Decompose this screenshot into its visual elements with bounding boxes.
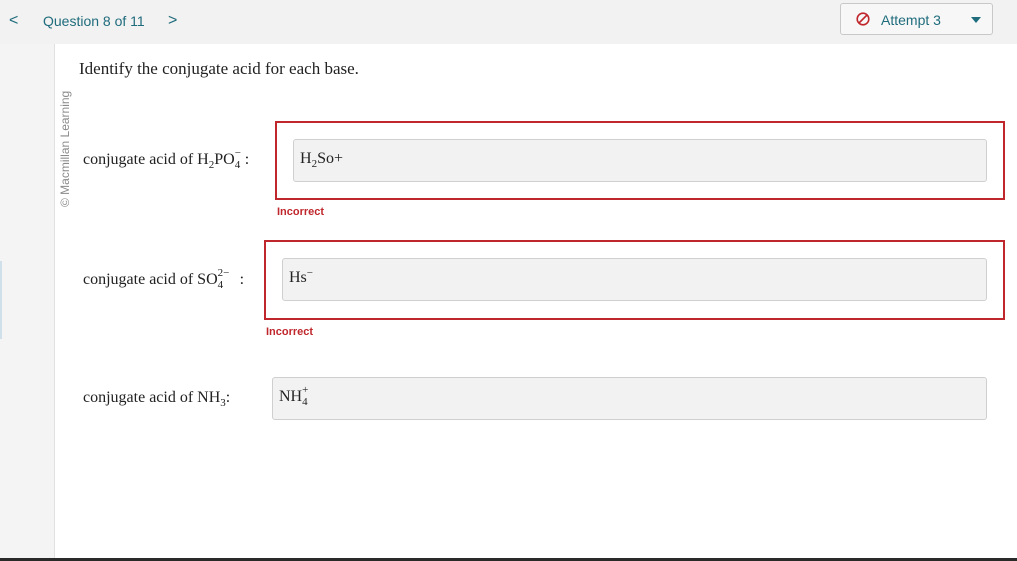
previous-question-button[interactable]: < — [9, 11, 18, 31]
question-prompt: Identify the conjugate acid for each bas… — [79, 59, 359, 78]
answer-field-3[interactable]: NH +4 — [272, 377, 987, 420]
attempt-dropdown[interactable]: Attempt 3 — [840, 3, 993, 35]
question-2-label: conjugate acid of SO 2− 4 : — [83, 267, 245, 292]
question-1-label: conjugate acid of H2PO −4: — [83, 147, 250, 172]
answer-field-2[interactable]: Hs− — [282, 258, 987, 301]
attempt-label: Attempt 3 — [881, 12, 941, 28]
question-1-status: Incorrect — [277, 206, 325, 218]
top-bar: < Question 8 of 11 > Attempt 3 — [0, 0, 1017, 44]
prohibited-icon — [856, 12, 870, 26]
next-question-button[interactable]: > — [168, 11, 177, 31]
question-3-label: conjugate acid of NH3: — [83, 389, 231, 409]
answer-field-1[interactable]: H2So+ — [293, 139, 987, 182]
left-strip — [0, 44, 54, 558]
question-2-status: Incorrect — [266, 326, 314, 338]
question-counter: Question 8 of 11 — [43, 13, 145, 29]
caret-down-icon — [971, 17, 981, 23]
copyright-text: © Macmillan Learning — [58, 90, 72, 207]
left-accent — [0, 261, 2, 339]
